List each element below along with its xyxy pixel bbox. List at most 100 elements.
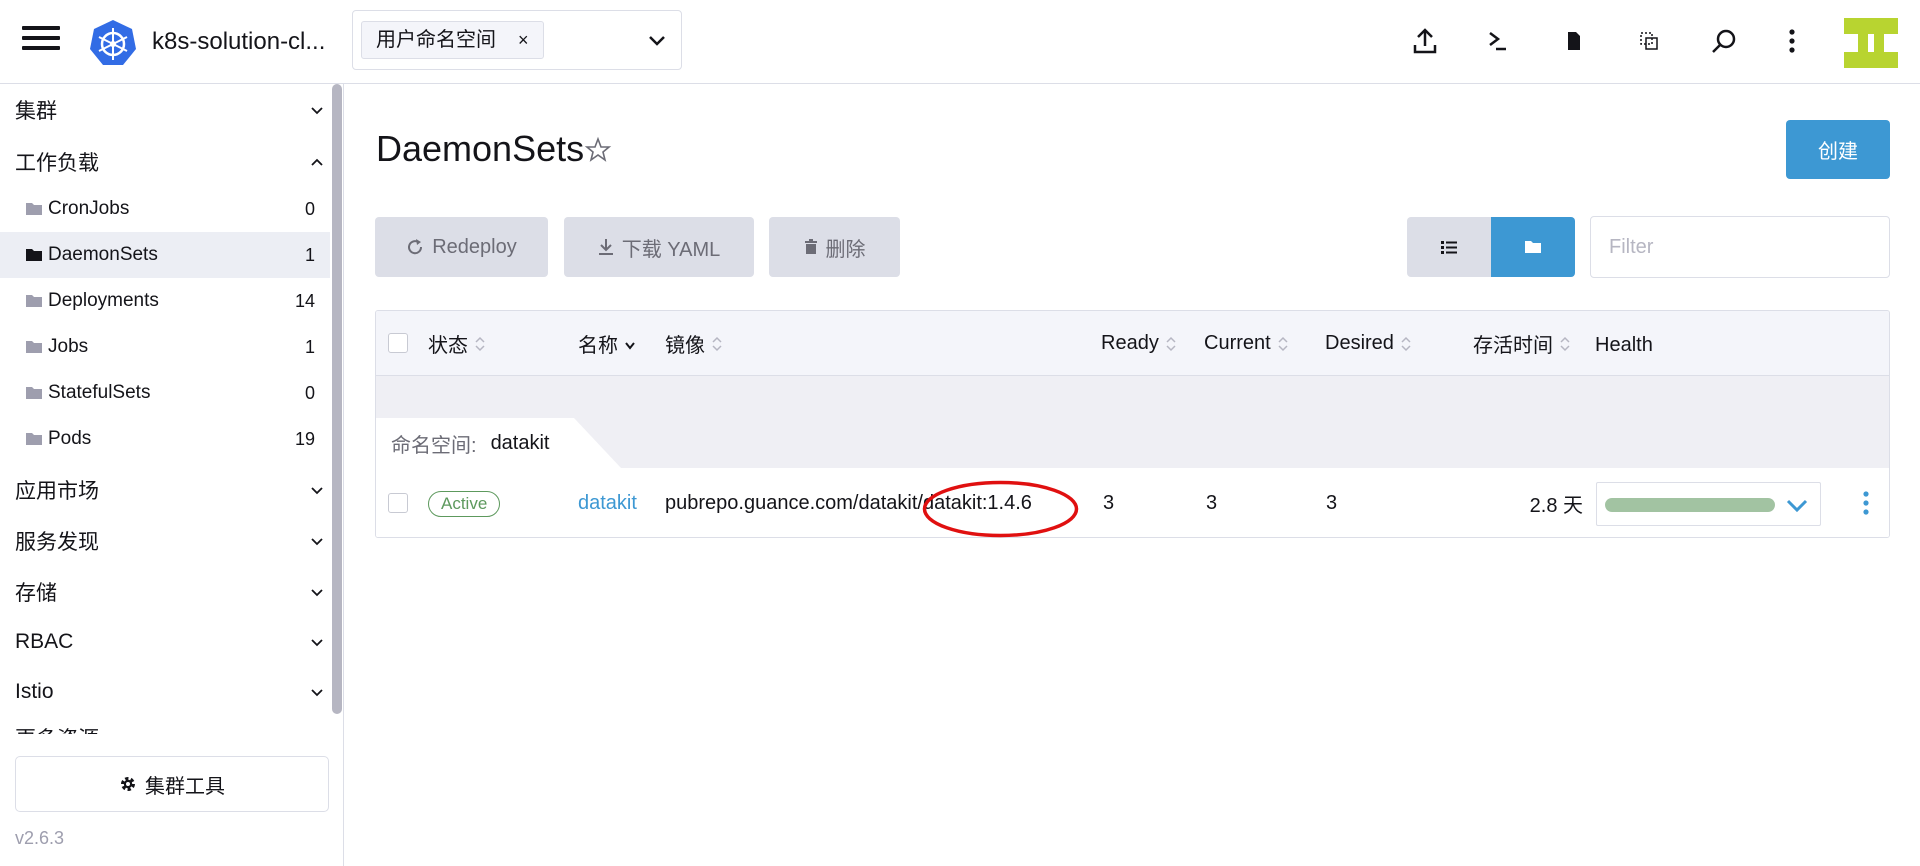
chevron-down-icon[interactable]: [647, 31, 667, 51]
sidebar-item-count: 1: [304, 336, 315, 357]
column-header-label: Current: [1204, 332, 1271, 354]
column-header-health: Health: [1595, 313, 1653, 378]
sidebar-group-label: 应用市场: [15, 480, 99, 503]
hamburger-menu-icon[interactable]: [22, 26, 60, 56]
sidebar-item-label: Deployments: [48, 290, 159, 311]
user-avatar[interactable]: [1844, 18, 1898, 68]
sidebar-group-cluster[interactable]: 集群: [15, 90, 325, 130]
sidebar-item-count: 19: [294, 428, 315, 449]
folder-icon: [26, 341, 42, 353]
list-icon: [1441, 241, 1457, 254]
sidebar-item-pods[interactable]: Pods 19: [0, 416, 330, 462]
health-bar: [1605, 498, 1775, 512]
desired-cell: 3: [1326, 492, 1338, 514]
download-yaml-button[interactable]: 下载 YAML: [564, 217, 754, 277]
name-link[interactable]: datakit: [578, 468, 637, 537]
sidebar-item-count: 1: [304, 244, 315, 265]
column-header-age[interactable]: 存活时间: [1473, 311, 1571, 376]
namespace-group-row: 命名空间: datakit: [376, 376, 1889, 468]
chevron-down-icon: [311, 689, 323, 697]
table-header: 状态 名称 镜像 Ready Current Desired 存活时间 Heal…: [376, 311, 1889, 376]
sidebar-group-label: 存储: [15, 582, 57, 605]
folder-icon: [26, 249, 42, 261]
column-header-label: 状态: [428, 335, 468, 357]
copy-icon[interactable]: [1632, 24, 1666, 58]
terminal-icon[interactable]: [1481, 24, 1515, 58]
age-cell: 2.8 天: [1529, 495, 1583, 517]
sidebar-group-label: RBAC: [15, 630, 74, 653]
sidebar-scrollbar[interactable]: [332, 84, 342, 714]
refresh-icon: [408, 239, 423, 255]
sidebar-item-cronjobs[interactable]: CronJobs 0: [0, 186, 330, 232]
chevron-down-icon: [311, 589, 323, 597]
table-row: Active datakit pubrepo.guance.com/dataki…: [376, 468, 1889, 537]
sidebar-item-count: 0: [304, 382, 315, 403]
chevron-down-icon: [1786, 499, 1808, 513]
sidebar-item-label: Pods: [48, 428, 92, 449]
column-header-image[interactable]: 镜像: [665, 311, 723, 376]
list-view-toggle[interactable]: [1407, 217, 1491, 277]
cluster-name[interactable]: k8s-solution-cl...: [152, 28, 325, 56]
sidebar-group-workloads[interactable]: 工作负载: [15, 142, 325, 182]
sidebar: 集群 工作负载 CronJobs 0 DaemonSets 1 Deployme…: [0, 84, 344, 866]
sidebar-group-more[interactable]: 更多资源: [15, 718, 325, 734]
column-header-current[interactable]: Current: [1204, 311, 1289, 376]
sidebar-group-storage[interactable]: 存储: [15, 572, 325, 612]
sidebar-group-service-discovery[interactable]: 服务发现: [15, 521, 325, 561]
sidebar-group-label: 工作负载: [15, 152, 99, 175]
row-actions-icon[interactable]: [1856, 488, 1876, 518]
folder-icon: [26, 203, 42, 215]
download-yaml-label: 下载 YAML: [621, 238, 721, 261]
chevron-down-icon: [311, 639, 323, 647]
sidebar-group-rbac[interactable]: RBAC: [15, 622, 325, 662]
health-indicator[interactable]: [1596, 482, 1821, 526]
cluster-tools-button[interactable]: 集群工具: [15, 756, 329, 812]
upload-icon[interactable]: [1408, 24, 1442, 58]
cluster-tools-label: 集群工具: [145, 775, 225, 798]
group-view-toggle[interactable]: [1491, 217, 1575, 277]
column-header-state[interactable]: 状态: [428, 311, 486, 376]
kubernetes-logo-icon[interactable]: [88, 18, 138, 68]
row-checkbox[interactable]: [388, 493, 408, 513]
sidebar-item-count: 14: [294, 290, 315, 311]
version-label: v2.6.3: [15, 828, 65, 848]
top-header: k8s-solution-cl... 用户命名空间 ×: [0, 0, 1920, 84]
sidebar-item-jobs[interactable]: Jobs 1: [0, 324, 330, 370]
create-button[interactable]: 创建: [1786, 120, 1890, 179]
column-header-name[interactable]: 名称: [578, 311, 636, 376]
filter-input[interactable]: [1590, 216, 1890, 278]
more-vertical-icon[interactable]: [1775, 24, 1809, 58]
chevron-up-icon: [311, 158, 323, 166]
column-header-label: 存活时间: [1473, 335, 1553, 357]
star-icon[interactable]: [584, 136, 612, 164]
annotation-ellipse: [922, 480, 1079, 538]
column-header-label: Health: [1595, 334, 1653, 356]
column-header-ready[interactable]: Ready: [1101, 311, 1177, 376]
column-header-label: 名称: [578, 335, 618, 357]
file-icon[interactable]: [1557, 24, 1591, 58]
sidebar-nav: 集群 工作负载 CronJobs 0 DaemonSets 1 Deployme…: [0, 84, 330, 734]
chevron-down-icon: [311, 487, 323, 495]
namespace-group-value: datakit: [490, 431, 550, 454]
ready-cell: 3: [1103, 492, 1115, 514]
namespace-chip-label: 用户命名空间: [376, 29, 496, 51]
namespace-selector[interactable]: 用户命名空间 ×: [352, 10, 682, 70]
close-icon[interactable]: ×: [518, 22, 529, 58]
search-icon[interactable]: [1707, 24, 1741, 58]
column-header-label: Ready: [1101, 332, 1159, 354]
delete-button[interactable]: 删除: [769, 217, 900, 277]
sidebar-group-istio[interactable]: Istio: [15, 672, 325, 712]
column-header-desired[interactable]: Desired: [1325, 311, 1412, 376]
sort-icon: [1166, 336, 1176, 351]
sidebar-item-daemonsets[interactable]: DaemonSets 1: [0, 232, 330, 278]
sidebar-group-apps[interactable]: 应用市场: [15, 470, 325, 510]
gear-icon: [121, 777, 135, 791]
sidebar-item-deployments[interactable]: Deployments 14: [0, 278, 330, 324]
state-cell: Active: [428, 468, 501, 537]
sidebar-item-statefulsets[interactable]: StatefulSets 0: [0, 370, 330, 416]
select-all-checkbox[interactable]: [388, 333, 408, 353]
redeploy-button[interactable]: Redeploy: [375, 217, 548, 277]
column-header-label: 镜像: [665, 335, 705, 357]
redeploy-label: Redeploy: [432, 235, 517, 258]
sidebar-group-label: 服务发现: [15, 531, 99, 554]
